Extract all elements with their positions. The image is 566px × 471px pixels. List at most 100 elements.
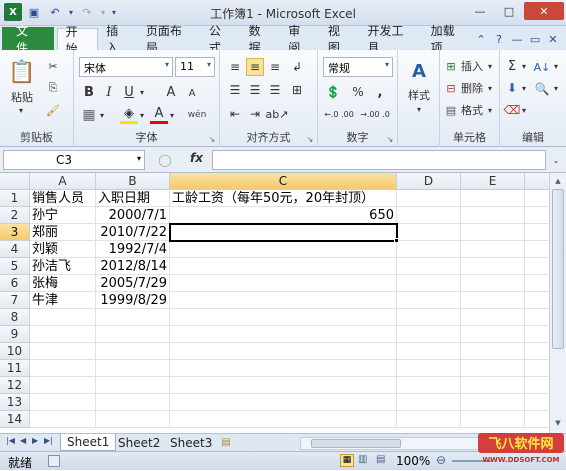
row-header[interactable]: 4 <box>0 241 30 258</box>
empty-cell[interactable] <box>170 292 397 309</box>
empty-cell[interactable] <box>397 292 461 309</box>
empty-cell[interactable] <box>170 360 397 377</box>
empty-cell[interactable] <box>170 394 397 411</box>
sheet-tab-sheet1[interactable]: Sheet1 <box>60 434 117 451</box>
grow-font-button[interactable]: A <box>162 83 180 101</box>
currency-icon[interactable]: 💲 <box>324 83 342 101</box>
empty-cell[interactable] <box>461 292 525 309</box>
empty-cell[interactable] <box>30 309 96 326</box>
format-cells-button[interactable]: 格式 <box>458 102 486 118</box>
empty-cell[interactable] <box>397 394 461 411</box>
formula-bar-expand-icon[interactable]: ◯ <box>150 152 180 168</box>
tab-view[interactable]: 视图 <box>320 24 360 55</box>
empty-cell[interactable] <box>30 360 96 377</box>
minimize-icon[interactable]: — <box>466 2 494 20</box>
row-header[interactable]: 6 <box>0 275 30 292</box>
cell-b5[interactable]: 2012/8/14 <box>96 258 170 275</box>
autosum-button[interactable]: Σ <box>504 58 520 74</box>
empty-cell[interactable] <box>461 394 525 411</box>
row-header[interactable]: 10 <box>0 343 30 360</box>
tab-file[interactable]: 文件 <box>2 24 54 55</box>
empty-cell[interactable] <box>461 360 525 377</box>
formula-bar-collapse-icon[interactable]: ⌄ <box>550 153 562 167</box>
orientation-icon[interactable]: ab↗ <box>266 105 289 123</box>
row-header[interactable]: 2 <box>0 207 30 224</box>
window-close-icon[interactable]: ✕ <box>546 33 560 46</box>
page-layout-view-icon[interactable]: ▥ <box>358 454 372 467</box>
empty-cell[interactable] <box>96 309 170 326</box>
cut-icon[interactable]: ✂ <box>44 58 62 74</box>
font-color-button[interactable]: A <box>150 106 168 124</box>
row-header[interactable]: 8 <box>0 309 30 326</box>
sheet-tab-sheet3[interactable]: Sheet3 <box>164 434 218 451</box>
column-header-a[interactable]: A <box>30 173 96 190</box>
tab-page-layout[interactable]: 页面布局 <box>138 24 201 55</box>
tab-addins[interactable]: 加载项 <box>423 24 474 55</box>
empty-cell[interactable] <box>461 224 525 241</box>
cell-a4[interactable]: 刘颖 <box>30 241 96 258</box>
empty-cell[interactable] <box>96 343 170 360</box>
empty-cell[interactable] <box>397 224 461 241</box>
underline-dropdown-icon[interactable]: ▾ <box>138 87 146 97</box>
align-bottom-icon[interactable]: ≡ <box>266 58 284 76</box>
clear-icon[interactable]: ⌫ <box>504 102 521 118</box>
underline-button[interactable]: U <box>120 83 138 101</box>
empty-cell[interactable] <box>96 377 170 394</box>
minimize-ribbon-icon[interactable]: ⌃ <box>474 33 488 46</box>
clear-dropdown-icon[interactable]: ▾ <box>520 105 528 115</box>
empty-cell[interactable] <box>461 309 525 326</box>
merge-center-icon[interactable]: ⊞ <box>288 81 306 99</box>
sheet-tab-sheet2[interactable]: Sheet2 <box>112 434 166 451</box>
increase-indent-icon[interactable]: ⇥ <box>246 105 264 123</box>
empty-cell[interactable] <box>30 411 96 428</box>
empty-cell[interactable] <box>397 190 461 207</box>
font-name-select[interactable]: 宋体 ▾ <box>79 57 173 77</box>
font-dialog-launcher-icon[interactable]: ↘ <box>207 134 217 144</box>
empty-cell[interactable] <box>30 394 96 411</box>
empty-cell[interactable] <box>170 241 397 258</box>
empty-cell[interactable] <box>397 207 461 224</box>
align-left-icon[interactable]: ☰ <box>226 81 244 99</box>
format-dropdown-icon[interactable]: ▾ <box>486 105 494 115</box>
italic-button[interactable]: I <box>100 83 118 101</box>
empty-cell[interactable] <box>397 309 461 326</box>
fill-color-dropdown-icon[interactable]: ▾ <box>138 110 146 120</box>
insert-sheet-icon[interactable]: ▤ <box>218 435 234 449</box>
font-color-dropdown-icon[interactable]: ▾ <box>168 110 176 120</box>
number-dialog-launcher-icon[interactable]: ↘ <box>385 134 395 144</box>
empty-cell[interactable] <box>397 241 461 258</box>
fill-color-icon[interactable]: ◈ <box>120 106 138 124</box>
row-header[interactable]: 9 <box>0 326 30 343</box>
styles-dropdown-icon[interactable]: ▾ <box>412 104 426 114</box>
cell-a2[interactable]: 孙宁 <box>30 207 96 224</box>
font-size-select[interactable]: 11 ▾ <box>175 57 215 77</box>
column-header-c[interactable]: C <box>170 173 397 190</box>
empty-cell[interactable] <box>461 343 525 360</box>
cell-a5[interactable]: 孙洁飞 <box>30 258 96 275</box>
empty-cell[interactable] <box>96 326 170 343</box>
insert-dropdown-icon[interactable]: ▾ <box>486 61 494 71</box>
decrease-indent-icon[interactable]: ⇤ <box>226 105 244 123</box>
empty-cell[interactable] <box>170 309 397 326</box>
empty-cell[interactable] <box>96 394 170 411</box>
empty-cell[interactable] <box>30 377 96 394</box>
insert-cells-button[interactable]: 插入 <box>458 58 486 74</box>
tab-developer[interactable]: 开发工具 <box>359 24 422 55</box>
fill-handle[interactable] <box>394 238 399 243</box>
next-sheet-icon[interactable]: ▶ <box>32 436 38 445</box>
find-dropdown-icon[interactable]: ▾ <box>552 83 560 93</box>
empty-cell[interactable] <box>96 360 170 377</box>
copy-icon[interactable]: ⎘ <box>44 80 62 96</box>
insert-cells-icon[interactable]: ⊞ <box>444 58 458 74</box>
wrap-text-icon[interactable]: ↲ <box>288 58 306 76</box>
window-minimize-icon[interactable]: — <box>510 33 524 46</box>
window-restore-icon[interactable]: ▭ <box>528 33 542 46</box>
align-center-icon[interactable]: ☰ <box>246 81 264 99</box>
worksheet-grid[interactable]: A B C D E 1 2 3 4 5 6 7 8 9 10 11 12 13 … <box>0 173 566 433</box>
tab-review[interactable]: 审阅 <box>280 24 320 55</box>
sort-dropdown-icon[interactable]: ▾ <box>552 61 560 71</box>
insert-function-button[interactable]: fx <box>190 151 203 165</box>
cell-a7[interactable]: 牛津 <box>30 292 96 309</box>
row-header[interactable]: 1 <box>0 190 30 207</box>
help-icon[interactable]: ? <box>492 33 506 46</box>
